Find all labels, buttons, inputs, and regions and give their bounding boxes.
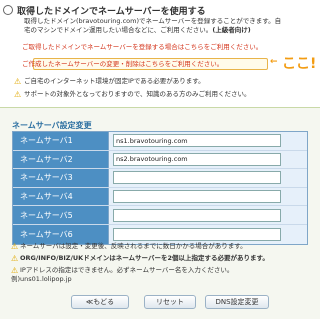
register-nameserver-link[interactable]: ご取得したドメインでネームサーバーを登録する場合はこちらをご利用ください。 bbox=[22, 43, 262, 52]
back-button[interactable]: ≪もどる bbox=[71, 295, 129, 309]
nameserver-4-input[interactable] bbox=[113, 190, 281, 204]
nameserver-settings-heading: ネームサーバ設定変更 bbox=[12, 121, 92, 130]
note-example: 例)uns01.lolipop.jp bbox=[11, 275, 72, 283]
nameserver-row: ネームサーバ4 bbox=[13, 187, 307, 207]
use-nameserver-radio[interactable] bbox=[3, 5, 13, 15]
warning-icon: ⚠ bbox=[11, 266, 19, 275]
change-nameserver-link[interactable]: ご作成したネームサーバーの変更・削除はこちらをご利用ください。 bbox=[22, 60, 223, 69]
arrow-left-icon: ← bbox=[270, 57, 278, 67]
annotation-koko: ここ! bbox=[282, 56, 317, 72]
warning-fixed-ip: ご自宅のインターネット環境が固定IPである必要があります。 bbox=[24, 77, 205, 85]
nameserver-row: ネームサーバ1 bbox=[13, 132, 307, 151]
dns-change-button[interactable]: DNS設定変更 bbox=[205, 295, 269, 309]
nameserver-label: ネームサーバ1 bbox=[13, 132, 109, 150]
warning-icon: ⚠ bbox=[14, 77, 22, 86]
nameserver-3-input[interactable] bbox=[113, 171, 281, 185]
nameserver-row: ネームサーバ6 bbox=[13, 224, 307, 244]
nameserver-row: ネームサーバ3 bbox=[13, 169, 307, 188]
option-title: 取得したドメインでネームサーバーを使用する bbox=[17, 7, 206, 17]
nameserver-5-input[interactable] bbox=[113, 208, 281, 222]
nameserver-row: ネームサーバ2 bbox=[13, 150, 307, 170]
warning-icon: ⚠ bbox=[11, 254, 19, 263]
option-description-1: 取得したドメイン(bravotouring.com)でネームサーバーを登録するこ… bbox=[24, 17, 282, 25]
reset-button[interactable]: リセット bbox=[144, 295, 196, 309]
nameserver-label: ネームサーバ4 bbox=[13, 187, 109, 206]
option-description-2: 宅のマシンでドメイン運用したい場合などに、ご利用ください。(上級者向け) bbox=[24, 26, 251, 34]
nameserver-option-panel: 取得したドメインでネームサーバーを使用する 取得したドメイン(bravotour… bbox=[0, 0, 320, 108]
nameserver-label: ネームサーバ6 bbox=[13, 224, 109, 244]
nameserver-label: ネームサーバ5 bbox=[13, 206, 109, 224]
warning-icon: ⚠ bbox=[14, 90, 22, 99]
note-two-nameservers: ORG/INFO/BIZ/UKドメインはネームサーバーを2個以上指定する必要があ… bbox=[20, 254, 269, 262]
note-propagation: ネームサーバは設定・変更後、反映されるまでに数日かかる場合があります。 bbox=[20, 242, 247, 250]
warning-no-support: サポートの対象外となっておりますので、知識のある方のみご利用ください。 bbox=[24, 90, 251, 98]
note-no-ip: IPアドレスの指定はできません。必ずネームサーバー名を入力ください。 bbox=[20, 266, 234, 274]
nameserver-label: ネームサーバ2 bbox=[13, 150, 109, 169]
nameserver-6-input[interactable] bbox=[113, 227, 281, 241]
nameserver-1-input[interactable] bbox=[113, 134, 281, 148]
warning-icon: ⚠ bbox=[11, 242, 19, 251]
nameserver-row: ネームサーバ5 bbox=[13, 206, 307, 225]
nameserver-2-input[interactable] bbox=[113, 152, 281, 166]
nameserver-label: ネームサーバ3 bbox=[13, 169, 109, 187]
nameserver-table: ネームサーバ1 ネームサーバ2 ネームサーバ3 ネームサーバ4 ネームサーバ5 … bbox=[12, 131, 308, 245]
